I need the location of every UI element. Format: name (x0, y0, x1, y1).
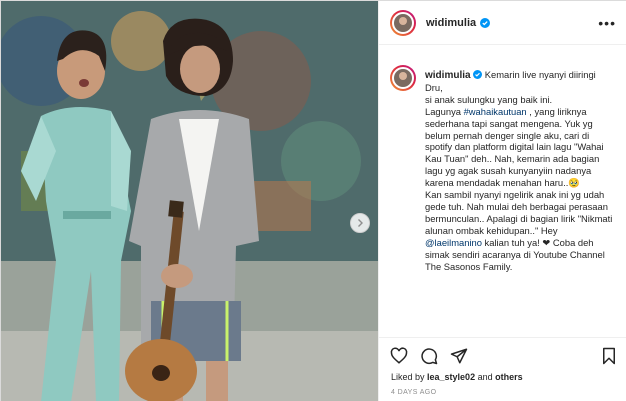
comments-section: widimulia Kemarin live nyanyi diiringi D… (379, 53, 626, 337)
caption-text-line2: si anak sulungku yang baik ini. (425, 93, 553, 105)
emoji: 🥹 (568, 177, 581, 189)
action-bar (379, 337, 626, 373)
likes-others-link[interactable]: others (495, 372, 523, 382)
avatar[interactable] (390, 9, 416, 36)
instagram-post: widimulia ••• widimulia Kemarin live nya… (0, 0, 626, 401)
post-header: widimulia ••• (379, 1, 626, 45)
verified-badge-icon (473, 70, 483, 79)
post-timestamp[interactable]: 4 DAYS AGO (391, 389, 437, 396)
post-photo[interactable] (1, 1, 378, 401)
bookmark-icon[interactable] (600, 347, 618, 365)
comment-icon[interactable] (420, 347, 438, 365)
likes-prefix: Liked by (391, 372, 428, 382)
caption-text: Kan sambil nyanyi ngelirik anak ini yg u… (425, 189, 613, 236)
mention-link[interactable]: @laeilmanino (425, 237, 482, 248)
caption-text: Lagunya (425, 105, 464, 117)
share-icon[interactable] (450, 347, 468, 365)
header-username[interactable]: widimulia (426, 17, 476, 29)
post-photo-illustration (1, 1, 378, 401)
post-caption: widimulia Kemarin live nyanyi diiringi D… (425, 69, 615, 272)
caption-text: , yang liriknya sederhana tapi sangat me… (425, 105, 604, 189)
caption-username[interactable]: widimulia (425, 70, 471, 81)
likes-summary: Liked by lea_style02 and others (391, 372, 523, 382)
liker-username[interactable]: lea_style02 (427, 372, 475, 382)
hashtag-link[interactable]: #wahaikautuan (464, 106, 527, 117)
caption-avatar[interactable] (390, 65, 416, 91)
heart-icon[interactable] (390, 347, 408, 365)
likes-middle: and (475, 372, 496, 382)
next-photo-button[interactable] (350, 213, 370, 233)
verified-badge-icon (480, 17, 491, 28)
chevron-right-icon (358, 219, 363, 227)
post-sidebar: widimulia ••• widimulia Kemarin live nya… (378, 1, 626, 401)
more-options-icon[interactable]: ••• (598, 15, 616, 31)
